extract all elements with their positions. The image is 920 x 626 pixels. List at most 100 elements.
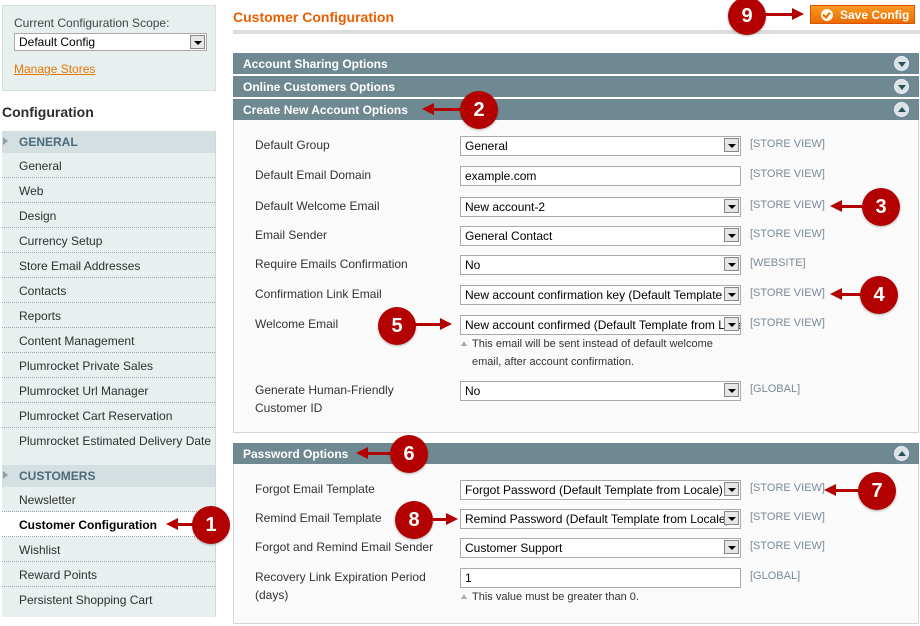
select-value: No	[465, 258, 481, 272]
annotation-badge-4: 4	[860, 276, 898, 314]
nav-item-url-manager[interactable]: Plumrocket Url Manager	[2, 378, 215, 403]
chevron-down-icon[interactable]	[724, 199, 739, 213]
chevron-down-icon[interactable]	[724, 511, 739, 525]
nav-item-private-sales[interactable]: Plumrocket Private Sales	[2, 353, 215, 378]
recovery-period-input[interactable]: 1	[460, 568, 741, 588]
nav-item-design[interactable]: Design	[2, 203, 215, 228]
chevron-down-icon[interactable]	[724, 138, 739, 152]
password-body: Forgot Email Template Forgot Password (D…	[233, 464, 919, 624]
human-friendly-id-select[interactable]: No	[460, 381, 741, 401]
field-note: This value must be greater than 0.	[460, 588, 750, 606]
welcome-email-select[interactable]: New account confirmed (Default Template …	[460, 315, 741, 335]
nav-item-estimated-delivery-date[interactable]: Plumrocket Estimated Delivery Date	[2, 428, 215, 453]
section-title: Account Sharing Options	[243, 57, 388, 71]
checkmark-icon	[821, 9, 833, 21]
default-welcome-email-select[interactable]: New account-2	[460, 197, 741, 217]
select-value: Forgot Password (Default Template from L…	[465, 483, 723, 497]
create-account-body: Default Group General [STORE VIEW] Defau…	[233, 120, 919, 433]
scope-tag: [STORE VIEW]	[750, 540, 825, 552]
forgot-template-select[interactable]: Forgot Password (Default Template from L…	[460, 480, 741, 500]
chevron-down-icon[interactable]	[724, 540, 739, 554]
nav-item-reward-points[interactable]: Reward Points	[2, 562, 215, 587]
field-note: This email will be sent instead of defau…	[460, 335, 750, 371]
nav-item-persistent-shopping-cart[interactable]: Persistent Shopping Cart	[2, 587, 215, 617]
chevron-down-icon[interactable]	[724, 257, 739, 271]
manage-stores-link[interactable]: Manage Stores	[14, 62, 95, 76]
chevron-down-icon[interactable]	[724, 228, 739, 242]
nav-item-wishlist[interactable]: Wishlist	[2, 537, 215, 562]
scope-tag: [STORE VIEW]	[750, 482, 825, 494]
note-line: This email will be sent instead of defau…	[472, 338, 713, 350]
annotation-arrow	[422, 103, 462, 115]
section-title: Create New Account Options	[243, 103, 408, 117]
scope-tag: [STORE VIEW]	[750, 317, 825, 329]
field-label: Default Email Domain	[255, 168, 372, 182]
chevron-down-icon[interactable]	[724, 287, 739, 301]
nav-item-content-management[interactable]: Content Management	[2, 328, 215, 353]
section-create-account[interactable]: Create New Account Options	[233, 99, 919, 120]
nav-item-general[interactable]: General	[2, 153, 215, 178]
require-confirmation-select[interactable]: No	[460, 255, 741, 275]
select-value: Customer Support	[465, 541, 563, 555]
collapse-icon[interactable]	[894, 446, 909, 461]
nav-item-store-email-addresses[interactable]: Store Email Addresses	[2, 253, 215, 278]
select-value: General Contact	[465, 229, 553, 243]
collapse-icon[interactable]	[894, 102, 909, 117]
annotation-arrow	[430, 513, 458, 525]
select-value: New account confirmation key (Default Te…	[465, 288, 740, 302]
default-email-domain-input[interactable]: example.com	[460, 166, 741, 186]
label-line: Generate Human-Friendly	[255, 383, 394, 397]
nav-item-web[interactable]: Web	[2, 178, 215, 203]
field-label: Email Sender	[255, 228, 328, 242]
select-value: New account-2	[465, 200, 546, 214]
select-value: General	[465, 139, 508, 153]
remind-template-select[interactable]: Remind Password (Default Template from L…	[460, 509, 741, 529]
select-value: New account confirmed (Default Template …	[465, 318, 741, 332]
scope-tag: [STORE VIEW]	[750, 511, 825, 523]
expand-icon[interactable]	[894, 79, 909, 94]
field-label: Forgot Email Template	[255, 482, 375, 496]
chevron-down-icon[interactable]	[724, 383, 739, 397]
annotation-badge-8: 8	[395, 501, 433, 539]
section-account-sharing[interactable]: Account Sharing Options	[233, 53, 919, 74]
scope-select[interactable]: Default Config	[14, 33, 207, 51]
scope-tag: [GLOBAL]	[750, 383, 801, 395]
forgot-remind-sender-select[interactable]: Customer Support	[460, 538, 741, 558]
nav-group-customers[interactable]: CUSTOMERS	[2, 465, 215, 487]
confirmation-link-email-select[interactable]: New account confirmation key (Default Te…	[460, 285, 741, 305]
annotation-badge-6: 6	[390, 435, 428, 473]
nav-item-currency-setup[interactable]: Currency Setup	[2, 228, 215, 253]
field-label: Recovery Link Expiration Period (days)	[255, 568, 455, 604]
save-config-button[interactable]: Save Config	[810, 5, 915, 24]
field-label: Require Emails Confirmation	[255, 257, 408, 271]
email-sender-select[interactable]: General Contact	[460, 226, 741, 246]
scope-label: Current Configuration Scope:	[14, 16, 170, 30]
scope-tag: [STORE VIEW]	[750, 168, 825, 180]
label-line: (days)	[255, 588, 289, 602]
chevron-down-icon[interactable]	[724, 317, 739, 331]
scope-panel: Current Configuration Scope: Default Con…	[2, 5, 216, 91]
scope-tag: [STORE VIEW]	[750, 138, 825, 150]
scope-tag: [GLOBAL]	[750, 570, 801, 582]
note-line: email, after account confirmation.	[472, 356, 635, 368]
scope-tag: [WEBSITE]	[750, 257, 806, 269]
nav-item-reports[interactable]: Reports	[2, 303, 215, 328]
annotation-badge-7: 7	[858, 472, 896, 510]
chevron-down-icon[interactable]	[190, 35, 205, 49]
field-label: Forgot and Remind Email Sender	[255, 540, 434, 554]
nav-item-newsletter[interactable]: Newsletter	[2, 487, 215, 512]
scope-tag: [STORE VIEW]	[750, 199, 825, 211]
nav-group-general[interactable]: GENERAL	[2, 131, 215, 153]
nav-item-contacts[interactable]: Contacts	[2, 278, 215, 303]
config-nav: GENERAL General Web Design Currency Setu…	[2, 131, 216, 617]
nav-item-cart-reservation[interactable]: Plumrocket Cart Reservation	[2, 403, 215, 428]
select-value: Remind Password (Default Template from L…	[465, 512, 730, 526]
default-group-select[interactable]: General	[460, 136, 741, 156]
annotation-badge-3: 3	[862, 188, 900, 226]
section-online-customers[interactable]: Online Customers Options	[233, 76, 919, 97]
label-line: Recovery Link Expiration Period	[255, 570, 426, 584]
expand-icon[interactable]	[894, 56, 909, 71]
section-password[interactable]: Password Options	[233, 443, 919, 464]
chevron-down-icon[interactable]	[724, 482, 739, 496]
